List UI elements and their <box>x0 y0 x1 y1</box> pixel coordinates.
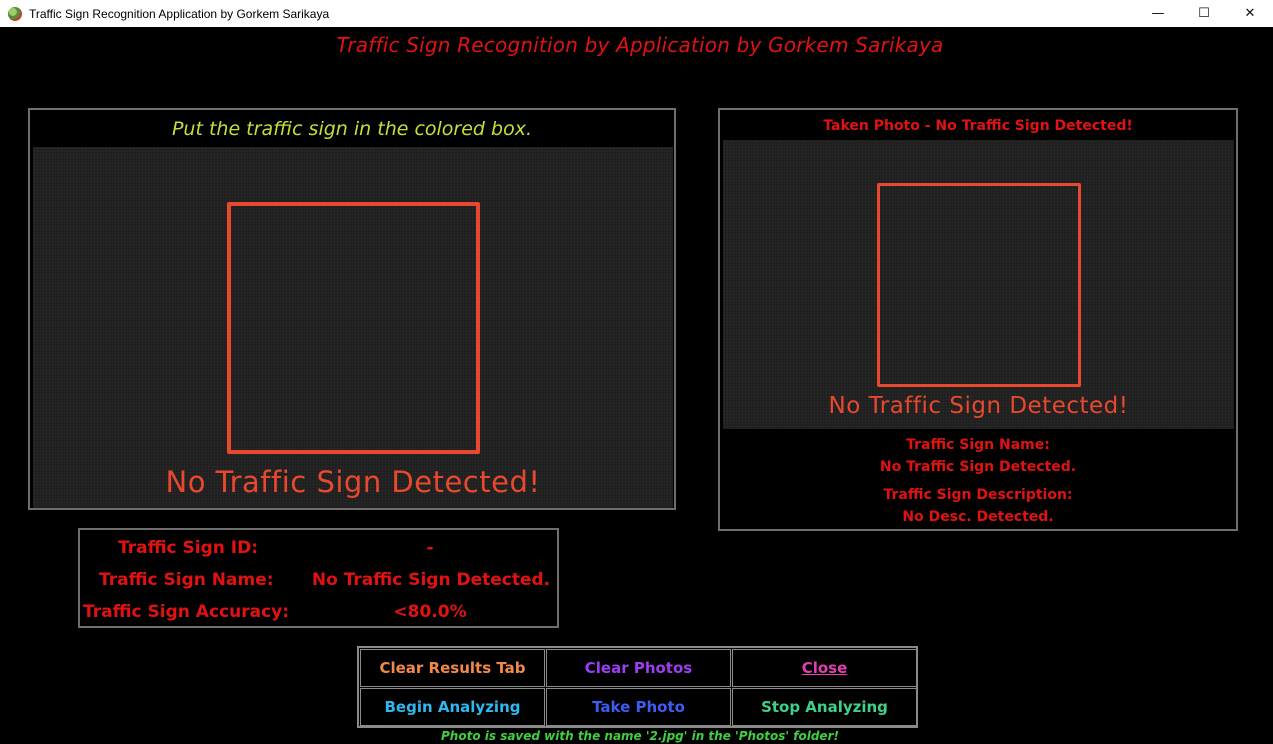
photo-detection-text: No Traffic Sign Detected! <box>828 393 1129 419</box>
clear-results-button[interactable]: Clear Results Tab <box>360 649 545 687</box>
sign-accuracy-value: <80.0% <box>393 602 467 622</box>
stop-analyzing-button[interactable]: Stop Analyzing <box>732 688 917 726</box>
sign-id-label: Traffic Sign ID: <box>118 538 259 558</box>
sign-name-value: No Traffic Sign Detected. <box>311 570 551 590</box>
photo-title: Taken Photo - No Traffic Sign Detected! <box>823 118 1133 134</box>
minimize-icon[interactable]: — <box>1135 0 1181 27</box>
window-controls: — ☐ ✕ <box>1135 0 1273 27</box>
take-photo-button[interactable]: Take Photo <box>546 688 731 726</box>
window-title-bar: Traffic Sign Recognition Application by … <box>0 0 1273 27</box>
begin-analyzing-button[interactable]: Begin Analyzing <box>360 688 545 726</box>
photo-sign-name-label: Traffic Sign Name: <box>906 437 1050 453</box>
window-title: Traffic Sign Recognition Application by … <box>29 6 330 21</box>
close-window-icon[interactable]: ✕ <box>1227 0 1273 27</box>
clear-photos-button[interactable]: Clear Photos <box>546 649 731 687</box>
photo-sign-description-label: Traffic Sign Description: <box>883 487 1073 503</box>
detection-box <box>227 202 480 454</box>
taken-photo-panel: Taken Photo - No Traffic Sign Detected! … <box>718 108 1238 531</box>
photo-sign-description-value: No Desc. Detected. <box>902 509 1054 525</box>
control-buttons: Clear Results Tab Clear Photos Close Beg… <box>357 646 918 728</box>
photo-sign-name-value: No Traffic Sign Detected. <box>879 459 1077 475</box>
photo-detection-box <box>877 183 1081 387</box>
maximize-icon[interactable]: ☐ <box>1181 0 1227 27</box>
sign-accuracy-label: Traffic Sign Accuracy: <box>83 602 290 622</box>
sign-name-label: Traffic Sign Name: <box>99 570 274 590</box>
live-camera-feed: No Traffic Sign Detected! <box>33 147 673 508</box>
taken-photo-image: No Traffic Sign Detected! <box>723 140 1234 429</box>
sign-id-value: - <box>426 538 434 558</box>
live-caption: Put the traffic sign in the colored box. <box>171 118 533 140</box>
status-message: Photo is saved with the name '2.jpg' in … <box>441 729 839 743</box>
app-logo-icon <box>8 6 22 21</box>
app-heading: Traffic Sign Recognition by Application … <box>336 33 944 57</box>
live-camera-panel: Put the traffic sign in the colored box.… <box>28 108 676 510</box>
close-button[interactable]: Close <box>732 649 917 687</box>
results-tab: Traffic Sign ID: - Traffic Sign Name: No… <box>78 528 559 628</box>
live-detection-text: No Traffic Sign Detected! <box>165 465 541 499</box>
